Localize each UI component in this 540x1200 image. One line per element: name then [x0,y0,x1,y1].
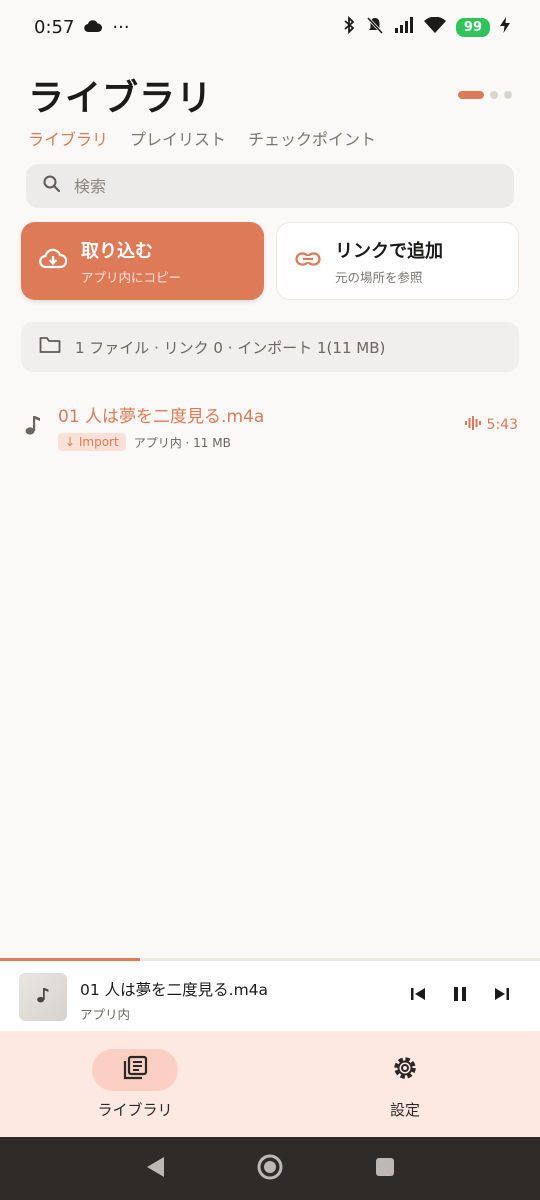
bottom-nav: ライブラリ 設定 [0,1031,540,1137]
nav-settings-indicator [362,1049,448,1091]
bluetooth-icon [342,15,356,39]
page-dot [504,91,512,99]
battery-indicator: 99 [455,17,490,37]
signal-icon [394,16,414,38]
cloud-icon [84,17,103,38]
mute-icon [366,16,384,39]
skip-previous-icon[interactable] [408,984,428,1004]
page-indicator [458,91,512,99]
link-icon [295,251,321,271]
track-title: 01 人は夢を二度見る.m4a [58,407,265,427]
status-left: 0:57 ··· [34,17,130,38]
tab-checkpoint[interactable]: チェックポイント [248,126,376,152]
page-dot-active [458,91,484,99]
import-texts: 取り込む アプリ内にコピー [81,237,181,286]
import-button[interactable]: 取り込む アプリ内にコピー [21,222,264,300]
nav-library-label: ライブラリ [97,1101,173,1119]
mini-player[interactable]: 01 人は夢を二度見る.m4a アプリ内 [0,958,540,1030]
search-icon [42,174,62,198]
skip-next-icon[interactable] [492,984,512,1004]
nav-library[interactable]: ライブラリ [0,1031,270,1137]
status-time: 0:57 [34,16,75,38]
folder-icon [39,336,61,358]
library-icon [121,1054,149,1086]
more-notifications: ··· [112,16,130,38]
playback-progress-fill [0,958,141,961]
page-title: ライブラリ [28,78,214,119]
music-note-icon [36,986,50,1008]
track-info: 01 人は夢を二度見る.m4a ↓ Import アプリ内 · 11 MB [58,402,264,451]
import-title: 取り込む [81,240,153,262]
cloud-download-icon [39,247,68,275]
page-dot [490,91,498,99]
track-row[interactable]: 01 人は夢を二度見る.m4a ↓ Import アプリ内 · 11 MB 5:… [0,394,540,456]
track-duration-wrap: 5:43 [464,416,518,434]
link-texts: リンクで追加 元の場所を参照 [335,237,443,286]
link-title: リンクで追加 [335,240,443,262]
mini-player-info: 01 人は夢を二度見る.m4a アプリ内 [80,978,268,1023]
pause-icon[interactable] [450,984,470,1004]
back-icon[interactable] [144,1155,166,1183]
track-meta: アプリ内 · 11 MB [133,435,231,450]
import-badge: ↓ Import [58,433,126,451]
import-subtitle: アプリ内にコピー [81,269,182,285]
mini-player-title: 01 人は夢を二度見る.m4a [80,981,269,999]
music-note-icon [24,414,42,440]
tab-library[interactable]: ライブラリ [28,126,108,152]
mini-player-subtitle: アプリ内 [80,1007,131,1022]
tab-playlist[interactable]: プレイリスト [130,126,226,152]
album-art [19,973,67,1021]
header: ライブラリ [28,68,512,122]
status-bar: 0:57 ··· 99 [0,0,540,54]
nav-settings[interactable]: 設定 [270,1031,540,1137]
tab-bar: ライブラリ プレイリスト チェックポイント [28,126,376,152]
track-meta-row: ↓ Import アプリ内 · 11 MB [58,433,264,451]
library-summary: 1 ファイル · リンク 0 · インポート 1(11 MB) [21,322,519,372]
home-icon[interactable] [256,1153,284,1185]
summary-text: 1 ファイル · リンク 0 · インポート 1(11 MB) [75,338,386,357]
search-input[interactable] [74,176,474,196]
charging-icon [500,16,510,38]
track-duration: 5:43 [486,417,518,433]
mini-player-controls [408,984,512,1004]
recents-icon[interactable] [374,1156,396,1182]
nav-settings-label: 設定 [389,1101,420,1119]
search-bar[interactable] [26,164,514,208]
status-right: 99 [342,15,510,39]
playback-progress[interactable] [0,958,540,961]
gear-icon [391,1054,419,1086]
wifi-icon [423,16,446,38]
link-subtitle: 元の場所を参照 [335,269,423,285]
nav-library-indicator [92,1049,178,1091]
add-link-button[interactable]: リンクで追加 元の場所を参照 [276,222,519,300]
system-nav-bar [0,1137,540,1200]
waveform-icon [464,416,481,434]
